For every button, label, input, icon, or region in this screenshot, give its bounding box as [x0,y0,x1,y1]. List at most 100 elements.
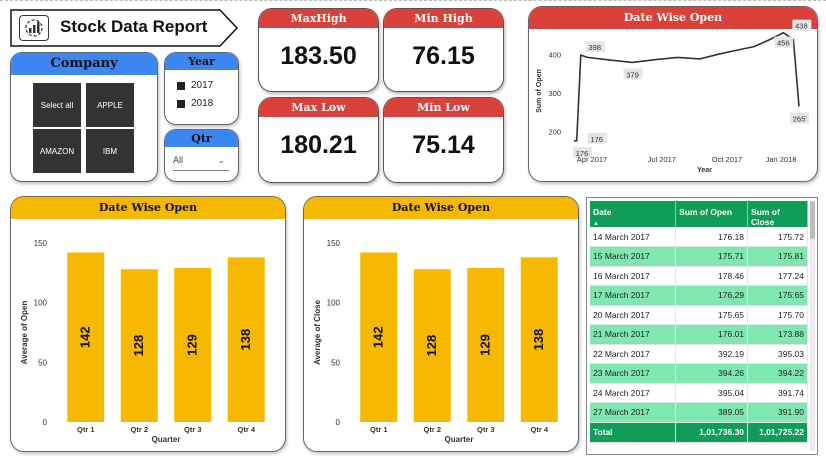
cell-date: 16 March 2017 [590,266,677,286]
y-tick-label: 150 [327,239,341,248]
company-slicer-header: Company [11,53,157,75]
company-tile-ibm[interactable]: IBM [86,129,134,173]
table-row[interactable]: 21 March 2017 176.01 173.88 [590,324,808,345]
y-tick-label: 50 [38,358,47,367]
bar-chart-close: 0 50 100 150 Average of Close 142 Qtr 1 128 Qtr … [313,239,558,444]
cell-date: 27 March 2017 [590,402,677,423]
table-row[interactable]: 15 March 2017 175.71 175.81 [590,246,808,267]
y-axis-label: Average of Open [20,301,29,365]
checkbox-icon[interactable] [177,99,185,108]
kpi-value: 76.15 [412,42,475,70]
table-total-row: Total 1,01,736.30 1,01,725.22 [590,422,808,443]
qtr-dropdown[interactable]: All ⌄ [173,155,229,171]
annotation-label: 456 [777,39,790,48]
cell-sum-close: 394.22 [747,363,808,384]
col-header-date[interactable]: Date ▲ [590,201,677,227]
x-tick-label: Qtr 1 [370,425,388,434]
cell-sum-open: 178.46 [675,266,749,286]
table-row[interactable]: 20 March 2017 175.65 175.70 [590,305,808,325]
qtr-dropdown-value: All [173,155,184,165]
company-tile-select-all[interactable]: Select all [33,83,81,127]
cell-sum-close: 175.81 [747,246,808,267]
cell-sum-open: 395.04 [675,383,749,403]
data-table: Date ▲ Sum of Open Sum of Close 14 March … [590,201,808,443]
line-chart-card: Date Wise Open 200 300 400 Sum of Open 176 17… [528,6,818,182]
table-row[interactable]: 27 March 2017 389.05 391.90 [590,402,808,423]
kpi-min-low: Min Low 75.14 [383,97,504,183]
checkbox-icon[interactable] [177,81,185,90]
bar-data-label: 128 [131,335,146,357]
y-tick-label: 100 [327,299,341,308]
x-tick-label: Apr 2017 [577,155,607,164]
total-label: Total [590,422,677,443]
cell-date: 24 March 2017 [590,383,677,403]
table-row[interactable]: 16 March 2017 178.46 177.24 [590,266,808,286]
cell-sum-close: 173.88 [747,324,808,345]
year-option-2018[interactable]: 2018 [177,98,213,109]
cell-sum-close: 177.24 [747,266,808,286]
table-row[interactable]: 24 March 2017 395.04 391.74 [590,383,808,403]
cell-sum-open: 176.18 [675,227,749,247]
year-option-2017[interactable]: 2017 [177,80,213,91]
annotation-label: 176 [590,135,603,144]
bar-data-label: 129 [478,334,493,356]
x-tick-label: Qtr 4 [530,425,548,434]
y-tick-label: 300 [548,89,561,98]
x-axis-label: Quarter [152,435,181,444]
annotation-label: 265 [793,114,806,123]
kpi-label: Min High [384,9,503,28]
x-tick-label: Qtr 3 [184,425,202,434]
y-tick-label: 200 [548,128,561,137]
bar-data-label: 138 [238,329,253,351]
x-axis-label: Year [697,167,712,174]
total-value: 1,01,736.30 [675,422,749,443]
cell-date: 15 March 2017 [590,246,677,267]
col-header-sum-open[interactable]: Sum of Open [675,201,749,227]
cell-sum-close: 391.90 [747,402,808,423]
cell-sum-open: 176.01 [675,324,749,345]
company-slicer: Company Select all APPLE AMAZON IBM [10,52,158,182]
line-chart: 200300400Sum of Open17617639837945643826… [536,19,812,174]
x-tick-label: Qtr 2 [130,425,148,434]
table-row[interactable]: 22 March 2017 392.19 395.03 [590,344,808,364]
kpi-label: Min Low [384,98,503,117]
cell-date: 22 March 2017 [590,344,677,364]
cell-sum-open: 175.65 [675,305,749,325]
y-axis-label: Average of Close [313,299,322,365]
cell-sum-open: 176.29 [675,285,749,306]
x-axis-label: Quarter [445,435,474,444]
qtr-slicer-header: Qtr [165,130,238,147]
kpi-max-low: Max Low 180.21 [258,97,379,183]
y-tick-label: 0 [43,418,48,427]
annotation-label: 398 [588,43,601,52]
cell-sum-close: 175.65 [747,285,808,306]
cell-sum-close: 395.03 [747,344,808,364]
cell-sum-open: 175.71 [675,246,749,267]
x-tick-label: Qtr 2 [423,425,441,434]
company-tile-apple[interactable]: APPLE [86,83,134,127]
y-tick-label: 150 [34,239,48,248]
x-tick-label: Jan 2018 [766,155,797,164]
cell-date: 14 March 2017 [590,227,677,247]
year-option-label: 2017 [191,80,214,91]
kpi-min-high: Min High 76.15 [383,8,504,92]
series-line[interactable] [574,31,800,142]
qtr-slicer: Qtr All ⌄ [164,129,239,182]
cell-sum-open: 389.05 [675,402,749,423]
table-row[interactable]: 23 March 2017 394.26 394.22 [590,363,808,384]
kpi-value: 180.21 [280,131,357,159]
x-tick-label: Jul 2017 [648,155,676,164]
company-tile-amazon[interactable]: AMAZON [33,129,81,173]
bar-chart-open-card: Date Wise Open 0 50 100 150 Average of Open 1… [10,196,286,452]
page-title: Stock Data Report [60,17,208,36]
cell-sum-open: 394.26 [675,363,749,384]
annotation-label: 379 [626,70,639,79]
scrollbar-thumb[interactable] [810,201,815,239]
year-slicer: Year 2017 2018 [164,52,239,125]
col-header-sum-close[interactable]: Sum of Close [747,201,808,227]
table-scrollbar[interactable] [810,201,815,451]
total-value: 1,01,725.22 [747,422,808,443]
table-row[interactable]: 17 March 2017 176.29 175.65 [590,285,808,306]
kpi-label: MaxHigh [259,9,378,28]
table-row[interactable]: 14 March 2017 176.18 175.72 [590,227,808,247]
